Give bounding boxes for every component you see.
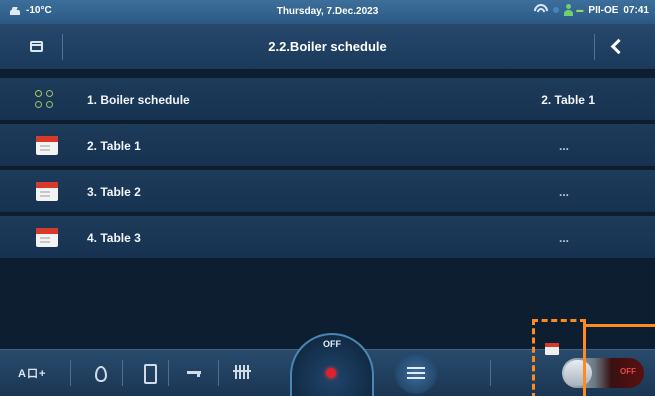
- divider: [490, 360, 491, 386]
- status-bar: -10°C Thursday, 7.Dec.2023 ▬ PII-OE 07:4…: [0, 0, 655, 24]
- radiator-icon[interactable]: [233, 358, 253, 388]
- clock: 07:41: [623, 4, 649, 16]
- user-online-icon: [564, 4, 574, 16]
- page-title: 2.2.Boiler schedule: [268, 39, 387, 54]
- device-name: PII-OE: [588, 4, 619, 16]
- list-item-boiler-schedule[interactable]: 1. Boiler schedule 2. Table 1: [0, 78, 655, 122]
- title-bar: 2.2.Boiler schedule: [0, 24, 655, 70]
- menu-hamburger-button[interactable]: [394, 351, 438, 395]
- list-item-value: ...: [558, 231, 569, 245]
- calendar-icon: [36, 136, 58, 155]
- list-item-label: 3. Table 2: [87, 185, 141, 199]
- divider: [70, 360, 71, 386]
- divider: [218, 360, 219, 386]
- record-dot-icon: [326, 368, 336, 378]
- list-item-label: 4. Table 3: [87, 231, 141, 245]
- wifi-icon: [534, 4, 549, 16]
- online-indicator-icon: ▬: [576, 6, 584, 14]
- list-item-label: 2. Table 1: [87, 139, 141, 153]
- schedule-dots-icon: [35, 90, 57, 110]
- divider: [122, 360, 123, 386]
- highlight-box: [532, 319, 586, 396]
- list-item-table-2[interactable]: 3. Table 2 ...: [0, 170, 655, 214]
- signal-icon: [553, 7, 560, 13]
- status-indicators: ▬ PII-OE 07:41: [534, 4, 649, 16]
- back-button[interactable]: [599, 28, 637, 66]
- list-item-table-1[interactable]: 2. Table 1 ...: [0, 124, 655, 168]
- list-item-value: ...: [558, 185, 569, 199]
- hamburger-icon: [407, 367, 425, 369]
- list-item-value: 2. Table 1: [541, 93, 595, 107]
- boiler-tank-icon[interactable]: [142, 358, 157, 388]
- calendar-icon: [36, 182, 58, 201]
- list-item-value: ...: [558, 139, 569, 153]
- mode-button[interactable]: A口+: [18, 358, 58, 388]
- highlight-box: [583, 324, 655, 396]
- chevron-left-icon: [610, 38, 627, 55]
- power-off-button[interactable]: OFF: [290, 333, 374, 396]
- calendar-icon: [36, 228, 58, 247]
- list-item-label: 1. Boiler schedule: [87, 93, 190, 107]
- flame-icon[interactable]: [92, 358, 107, 388]
- divider: [594, 34, 595, 60]
- off-label: OFF: [323, 339, 341, 349]
- tap-icon[interactable]: [185, 358, 205, 388]
- mode-label: A口+: [18, 368, 47, 380]
- divider: [168, 360, 169, 386]
- list-item-table-3[interactable]: 4. Table 3 ...: [0, 216, 655, 260]
